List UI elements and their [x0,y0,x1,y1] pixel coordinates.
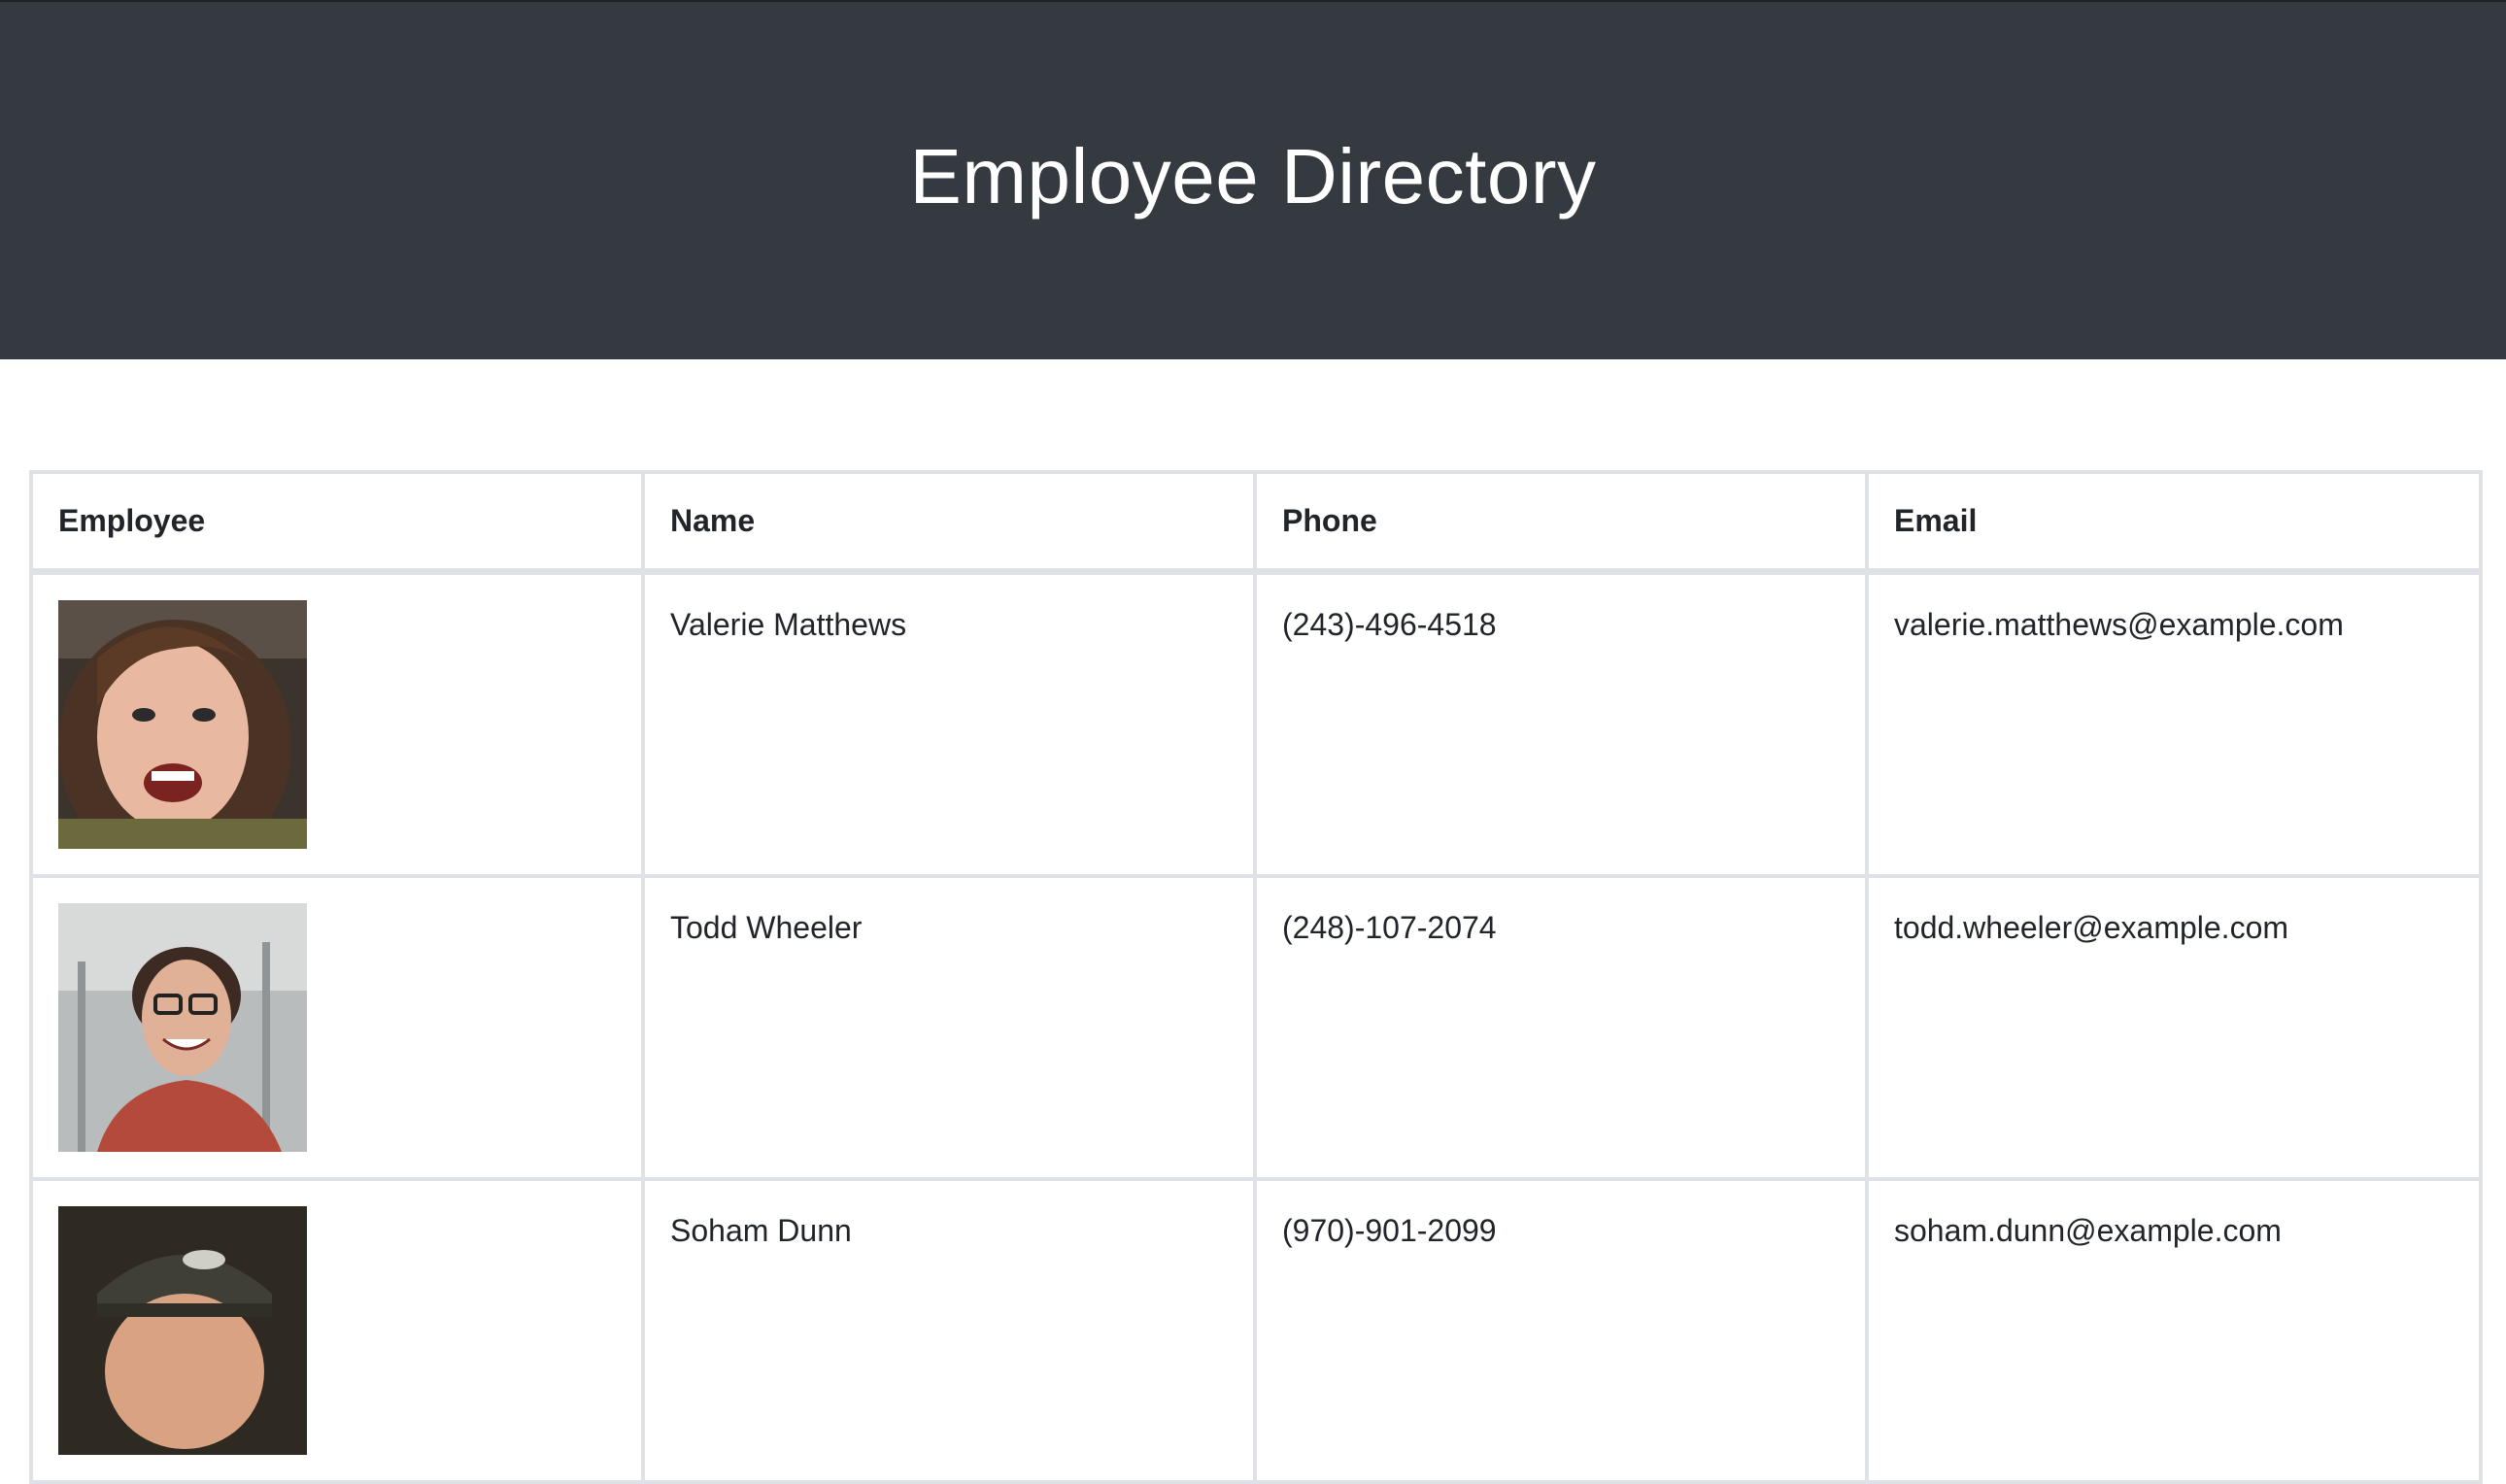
avatar-photo-icon [58,599,307,849]
page-title: Employee Directory [909,133,1597,219]
employee-name: Soham Dunn [641,1176,1257,1484]
avatar [58,1205,307,1455]
column-header-employee[interactable]: Employee [29,470,645,575]
avatar-photo-icon [58,902,307,1152]
employee-photo-cell [29,1176,645,1484]
column-header-phone[interactable]: Phone [1253,470,1869,575]
employee-phone: (248)-107-2074 [1253,873,1869,1181]
table-header-row: Employee Name Phone Email [29,470,2483,575]
employee-table-container: Employee Name Phone Email Valerie Matthe… [29,470,2483,1484]
avatar [58,902,307,1152]
employee-photo-cell [29,873,645,1181]
employee-photo-cell [29,569,645,878]
employee-table: Employee Name Phone Email Valerie Matthe… [29,470,2483,1484]
avatar [58,599,307,849]
employee-email: todd.wheeler@example.com [1865,873,2483,1181]
column-header-name[interactable]: Name [641,470,1257,575]
table-row: Valerie Matthews (243)-496-4518 valerie.… [29,569,2483,878]
employee-phone: (970)-901-2099 [1253,1176,1869,1484]
column-header-email[interactable]: Email [1865,470,2483,575]
table-row: Todd Wheeler (248)-107-2074 todd.wheeler… [29,873,2483,1181]
employee-email: valerie.matthews@example.com [1865,569,2483,878]
employee-name: Valerie Matthews [641,569,1257,878]
table-row: Soham Dunn (970)-901-2099 soham.dunn@exa… [29,1176,2483,1484]
employee-email: soham.dunn@example.com [1865,1176,2483,1484]
employee-phone: (243)-496-4518 [1253,569,1869,878]
page-header: Employee Directory [0,0,2506,359]
avatar-photo-icon [58,1205,307,1455]
employee-name: Todd Wheeler [641,873,1257,1181]
